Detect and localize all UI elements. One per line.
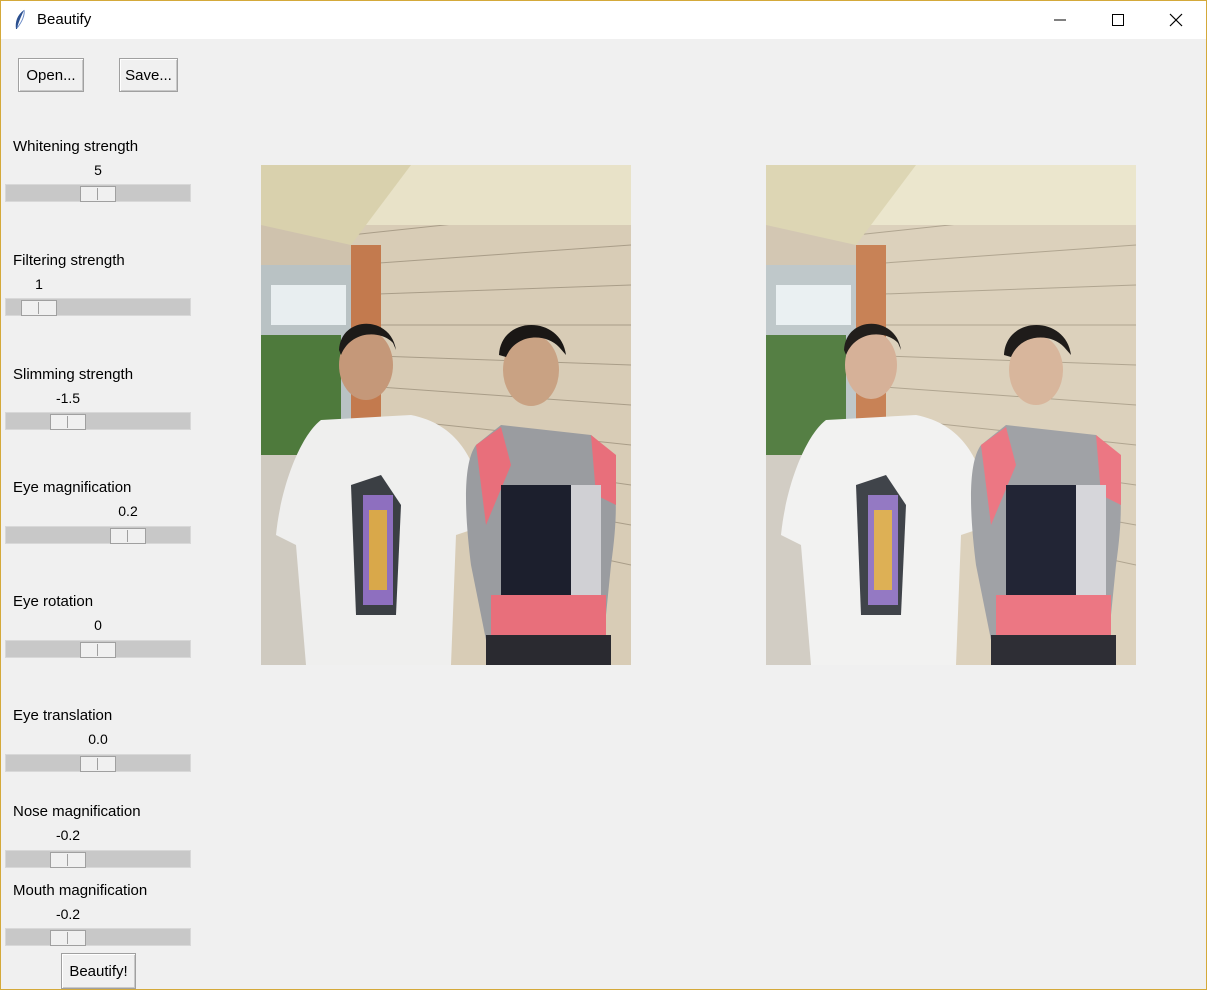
whitening-slider[interactable] <box>5 184 191 202</box>
mouth-magnification-slider[interactable] <box>5 928 191 946</box>
eye-translation-slider-thumb[interactable] <box>80 756 116 772</box>
slimming-slider[interactable] <box>5 412 191 430</box>
open-button[interactable]: Open... <box>18 58 84 92</box>
whitening-slider-thumb[interactable] <box>80 186 116 202</box>
slimming-label: Slimming strength <box>13 366 134 383</box>
close-button[interactable] <box>1147 1 1205 39</box>
filtering-label: Filtering strength <box>13 252 125 269</box>
nose-magnification-slider-thumb[interactable] <box>50 852 86 868</box>
maximize-button[interactable] <box>1089 1 1147 39</box>
minimize-icon <box>1054 19 1066 21</box>
eye-magnification-slider-thumb[interactable] <box>110 528 146 544</box>
filtering-slider[interactable] <box>5 298 191 316</box>
window-title: Beautify <box>37 11 92 28</box>
app-window: Beautify Open... Save... Whitening stren… <box>0 0 1207 990</box>
title-bar[interactable]: Beautify <box>1 1 1206 39</box>
beautified-image <box>766 165 1136 665</box>
maximize-icon <box>1112 14 1124 26</box>
eye-translation-slider[interactable] <box>5 754 191 772</box>
save-button[interactable]: Save... <box>119 58 178 92</box>
eye-rotation-value: 0 <box>94 617 102 633</box>
mouth-magnification-value: -0.2 <box>55 906 81 922</box>
slimming-value: -1.5 <box>55 390 81 406</box>
eye-magnification-value: 0.2 <box>118 503 138 519</box>
nose-magnification-value: -0.2 <box>55 827 81 843</box>
eye-translation-value: 0.0 <box>88 731 108 747</box>
slimming-slider-thumb[interactable] <box>50 414 86 430</box>
whitening-label: Whitening strength <box>13 138 139 155</box>
eye-translation-label: Eye translation <box>13 707 113 724</box>
nose-magnification-slider[interactable] <box>5 850 191 868</box>
filtering-value: 1 <box>35 276 43 292</box>
eye-rotation-slider[interactable] <box>5 640 191 658</box>
original-image <box>261 165 631 665</box>
eye-magnification-slider[interactable] <box>5 526 191 544</box>
whitening-value: 5 <box>94 162 102 178</box>
mouth-magnification-slider-thumb[interactable] <box>50 930 86 946</box>
nose-magnification-label: Nose magnification <box>13 803 141 820</box>
filtering-slider-thumb[interactable] <box>21 300 57 316</box>
eye-rotation-label: Eye rotation <box>13 593 94 610</box>
beautify-button[interactable]: Beautify! <box>61 953 136 989</box>
minimize-button[interactable] <box>1031 1 1089 39</box>
mouth-magnification-label: Mouth magnification <box>13 882 148 899</box>
eye-rotation-slider-thumb[interactable] <box>80 642 116 658</box>
close-icon <box>1169 13 1183 27</box>
feather-icon <box>15 9 25 29</box>
eye-magnification-label: Eye magnification <box>13 479 132 496</box>
